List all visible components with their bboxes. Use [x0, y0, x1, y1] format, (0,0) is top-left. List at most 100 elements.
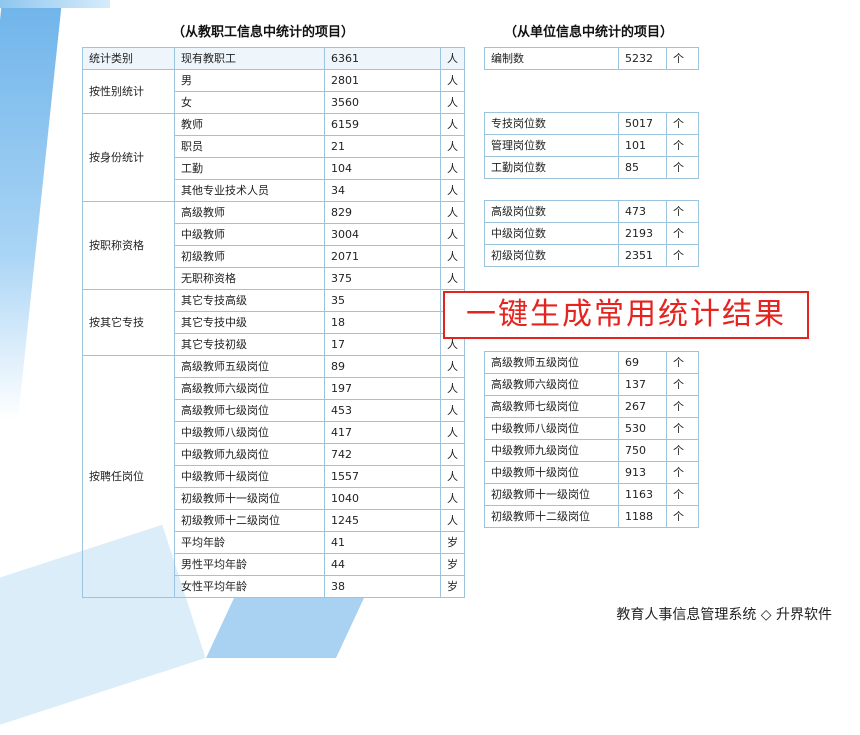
category-cell: 按其它专技: [82, 289, 175, 356]
item-cell: 教师: [174, 113, 325, 136]
staff-statistics-table: 统计类别 现有教职工 6361 人按性别统计男 2801 人女 3560 人按身份统计 教师 61…: [82, 47, 465, 598]
value-cell: 6159: [324, 113, 441, 136]
item-cell: 职员: [174, 135, 325, 158]
unit-cell: 人: [440, 267, 465, 290]
unit-cell: 个: [666, 373, 699, 396]
item-cell: 无职称资格: [174, 267, 325, 290]
item-cell: 现有教职工: [174, 47, 325, 70]
item-cell: 男性平均年龄: [174, 553, 325, 576]
item-cell: 初级教师十二级岗位: [484, 505, 619, 528]
unit-cell: 个: [666, 47, 699, 70]
spacer-cell: [485, 70, 699, 92]
value-cell: 41: [324, 531, 441, 554]
value-cell: 2071: [324, 245, 441, 268]
item-cell: 工勤: [174, 157, 325, 180]
item-cell: 编制数: [484, 47, 619, 70]
value-cell: 1188: [618, 505, 667, 528]
value-cell: 89: [324, 355, 441, 378]
item-cell: 男: [174, 69, 325, 92]
table-row: 中级岗位数 2193 个: [484, 222, 699, 245]
table-row: 工勤岗位数 85 个: [484, 156, 699, 179]
value-cell: 197: [324, 377, 441, 400]
spacer-cell: [485, 179, 699, 201]
unit-cell: 人: [440, 421, 465, 444]
category-cell: 按性别统计: [82, 69, 175, 114]
item-cell: 中级教师九级岗位: [484, 439, 619, 462]
table-row: 按职称资格 高级教师 829 人: [82, 201, 465, 290]
value-cell: 21: [324, 135, 441, 158]
item-cell: 专技岗位数: [484, 112, 619, 135]
unit-cell: 个: [666, 395, 699, 418]
unit-cell: 人: [440, 157, 465, 180]
value-cell: 104: [324, 157, 441, 180]
item-cell: 中级教师十级岗位: [174, 465, 325, 488]
footer-brand: 教育人事信息管理系统 ◇ 升界软件: [616, 607, 832, 623]
value-cell: 34: [324, 179, 441, 202]
value-cell: 38: [324, 575, 441, 598]
item-cell: 中级教师八级岗位: [484, 417, 619, 440]
table-row: 管理岗位数 101 个: [484, 134, 699, 157]
unit-cell: 人: [440, 223, 465, 246]
unit-cell: 人: [440, 487, 465, 510]
unit-cell: 人: [440, 355, 465, 378]
unit-cell: 个: [666, 200, 699, 223]
item-cell: 其它专技初级: [174, 333, 325, 356]
item-cell: 其它专技高级: [174, 289, 325, 312]
value-cell: 267: [618, 395, 667, 418]
spacer-cell: [485, 91, 699, 113]
value-cell: 375: [324, 267, 441, 290]
value-cell: 913: [618, 461, 667, 484]
spacer-row: [485, 91, 699, 113]
item-cell: 中级教师: [174, 223, 325, 246]
table-row: 中级教师八级岗位 530 个: [484, 417, 699, 440]
item-cell: 高级教师五级岗位: [174, 355, 325, 378]
unit-cell: 人: [440, 399, 465, 422]
unit-cell: 个: [666, 134, 699, 157]
item-cell: 高级教师七级岗位: [174, 399, 325, 422]
item-cell: 女性平均年龄: [174, 575, 325, 598]
unit-cell: 岁: [440, 575, 465, 598]
table-row: 按聘任岗位 高级教师五级岗位 89 人: [82, 355, 465, 598]
table-row: 高级教师六级岗位 137 个: [484, 373, 699, 396]
unit-cell: 个: [666, 112, 699, 135]
table-row: 高级教师五级岗位 69 个: [484, 351, 699, 374]
unit-cell: 个: [666, 417, 699, 440]
item-cell: 高级岗位数: [484, 200, 619, 223]
unit-cell: 个: [666, 505, 699, 528]
value-cell: 1557: [324, 465, 441, 488]
unit-cell: 人: [440, 113, 465, 136]
value-cell: 742: [324, 443, 441, 466]
item-cell: 中级教师九级岗位: [174, 443, 325, 466]
value-cell: 473: [618, 200, 667, 223]
unit-cell: 人: [440, 201, 465, 224]
value-cell: 17: [324, 333, 441, 356]
decorative-left-band: [0, 0, 63, 420]
unit-cell: 人: [440, 91, 465, 114]
category-cell: 按聘任岗位: [82, 355, 175, 598]
table-row: 编制数 5232 个: [484, 47, 699, 70]
value-cell: 3004: [324, 223, 441, 246]
spacer-row: [485, 70, 699, 92]
item-cell: 中级教师十级岗位: [484, 461, 619, 484]
item-cell: 高级教师六级岗位: [174, 377, 325, 400]
value-cell: 5017: [618, 112, 667, 135]
unit-cell: 个: [666, 156, 699, 179]
value-cell: 35: [324, 289, 441, 312]
item-cell: 初级教师十一级岗位: [174, 487, 325, 510]
value-cell: 3560: [324, 91, 441, 114]
item-cell: 高级教师五级岗位: [484, 351, 619, 374]
value-cell: 69: [618, 351, 667, 374]
table-row: 初级教师十二级岗位 1188 个: [484, 505, 699, 528]
value-cell: 530: [618, 417, 667, 440]
table-row: 高级岗位数 473 个: [484, 200, 699, 223]
unit-cell: 人: [440, 135, 465, 158]
unit-cell: 个: [666, 351, 699, 374]
category-cell: 统计类别: [82, 47, 175, 70]
value-cell: 2193: [618, 222, 667, 245]
table-row: 中级教师十级岗位 913 个: [484, 461, 699, 484]
item-cell: 初级教师: [174, 245, 325, 268]
item-cell: 初级教师十二级岗位: [174, 509, 325, 532]
table-row: 按其它专技其它专技高级35人: [82, 289, 465, 356]
spacer-row: [485, 179, 699, 201]
unit-cell: 人: [440, 245, 465, 268]
